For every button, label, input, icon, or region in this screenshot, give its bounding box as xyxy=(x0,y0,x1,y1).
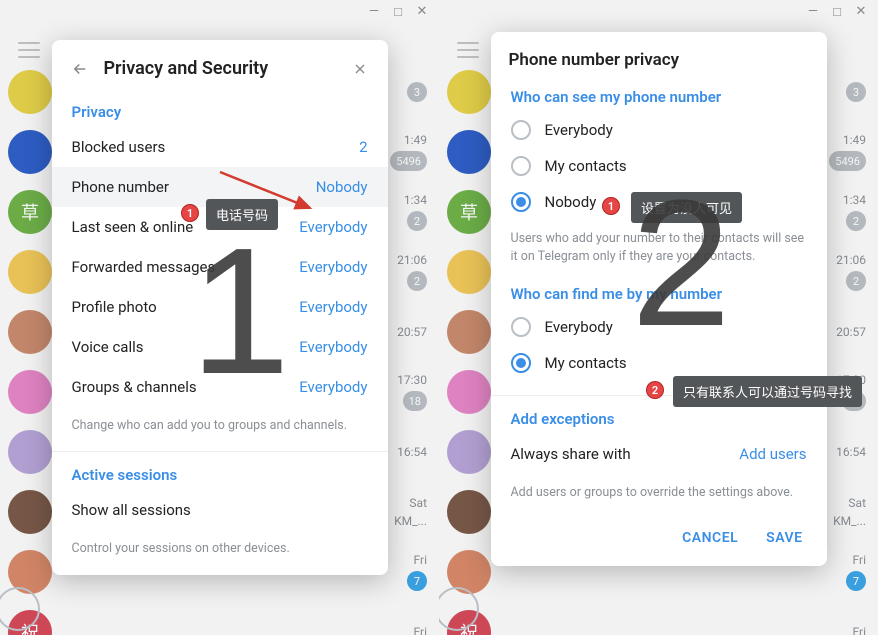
privacy-security-modal: Privacy and Security Privacy Blocked use… xyxy=(52,40,388,575)
row-profile-photo[interactable]: Profile photo Everybody xyxy=(52,287,388,327)
value-forwarded: Everybody xyxy=(299,258,367,276)
annotation-pin-2: 2 xyxy=(646,381,664,399)
modal-title: Privacy and Security xyxy=(104,58,336,79)
value-lastseen: Everybody xyxy=(299,218,367,236)
label-profilephoto: Profile photo xyxy=(72,298,300,316)
radio-icon xyxy=(511,317,531,337)
back-arrow-icon[interactable] xyxy=(70,59,90,79)
radio-icon xyxy=(511,156,531,176)
radio-see-contacts[interactable]: My contacts xyxy=(491,148,827,184)
window-controls-right: — □ ✕ xyxy=(806,4,868,20)
annotation-tooltip-2: 只有联系人可以通过号码寻找 xyxy=(673,376,862,407)
radio-label: My contacts xyxy=(545,354,627,372)
row-blocked-users[interactable]: Blocked users 2 xyxy=(52,127,388,167)
label-voicecalls: Voice calls xyxy=(72,338,300,356)
row-always-share[interactable]: Always share with Add users xyxy=(491,434,827,474)
window-minimize[interactable]: — xyxy=(806,4,820,20)
label-phone: Phone number xyxy=(72,178,316,196)
value-phone: Nobody xyxy=(316,178,368,196)
annotation-tooltip-1: 设置为没人可见 xyxy=(631,192,742,223)
value-groups: Everybody xyxy=(299,378,367,396)
window-minimize[interactable]: — xyxy=(367,4,381,20)
hint-sessions: Control your sessions on other devices. xyxy=(52,530,388,572)
window-controls-left: — □ ✕ xyxy=(367,4,429,20)
annotation-pin-1: 1 xyxy=(181,204,199,222)
window-close[interactable]: ✕ xyxy=(854,4,868,20)
row-groups-channels[interactable]: Groups & channels Everybody xyxy=(52,367,388,407)
label-always-share: Always share with xyxy=(511,445,740,463)
radio-label: My contacts xyxy=(545,157,627,175)
radio-label: Everybody xyxy=(545,318,613,336)
save-button[interactable]: SAVE xyxy=(766,530,802,546)
radio-icon-checked xyxy=(511,353,531,373)
screen-right: — □ ✕ 31:495496草1:34221:06220:5717:30181… xyxy=(439,0,878,635)
close-icon[interactable] xyxy=(350,59,370,79)
label-forwarded: Forwarded messages xyxy=(72,258,300,276)
value-profilephoto: Everybody xyxy=(299,298,367,316)
hint-groups: Change who can add you to groups and cha… xyxy=(52,407,388,449)
radio-label: Everybody xyxy=(545,121,613,139)
radio-icon xyxy=(511,120,531,140)
section-who-find: Who can find me by my number xyxy=(491,279,827,309)
row-voice-calls[interactable]: Voice calls Everybody xyxy=(52,327,388,367)
modal-title: Phone number privacy xyxy=(509,50,809,70)
phone-privacy-modal: Phone number privacy Who can see my phon… xyxy=(491,32,827,566)
label-blocked: Blocked users xyxy=(72,138,360,156)
row-forwarded[interactable]: Forwarded messages Everybody xyxy=(52,247,388,287)
section-privacy: Privacy xyxy=(52,91,388,127)
radio-icon-checked xyxy=(511,192,531,212)
value-voicecalls: Everybody xyxy=(299,338,367,356)
label-showall: Show all sessions xyxy=(72,501,368,519)
cancel-button[interactable]: CANCEL xyxy=(682,530,738,546)
link-add-users[interactable]: Add users xyxy=(739,445,806,463)
label-groups: Groups & channels xyxy=(72,378,300,396)
hint-exceptions: Add users or groups to override the sett… xyxy=(491,474,827,516)
hint-who-see: Users who add your number to their conta… xyxy=(491,220,827,279)
window-maximize[interactable]: □ xyxy=(391,4,405,20)
section-sessions: Active sessions xyxy=(52,454,388,490)
annotation-pin-1: 1 xyxy=(602,197,620,215)
value-blocked: 2 xyxy=(359,138,367,156)
window-close[interactable]: ✕ xyxy=(415,4,429,20)
screen-left: — □ ✕ 31:495496草1:34221:06220:5717:30181… xyxy=(0,0,439,635)
annotation-tooltip-1: 电话号码 xyxy=(206,199,278,230)
radio-label: Nobody xyxy=(545,193,597,211)
window-maximize[interactable]: □ xyxy=(830,4,844,20)
row-show-sessions[interactable]: Show all sessions xyxy=(52,490,388,530)
radio-find-everybody[interactable]: Everybody xyxy=(491,309,827,345)
section-who-see: Who can see my phone number xyxy=(491,76,827,112)
radio-see-everybody[interactable]: Everybody xyxy=(491,112,827,148)
